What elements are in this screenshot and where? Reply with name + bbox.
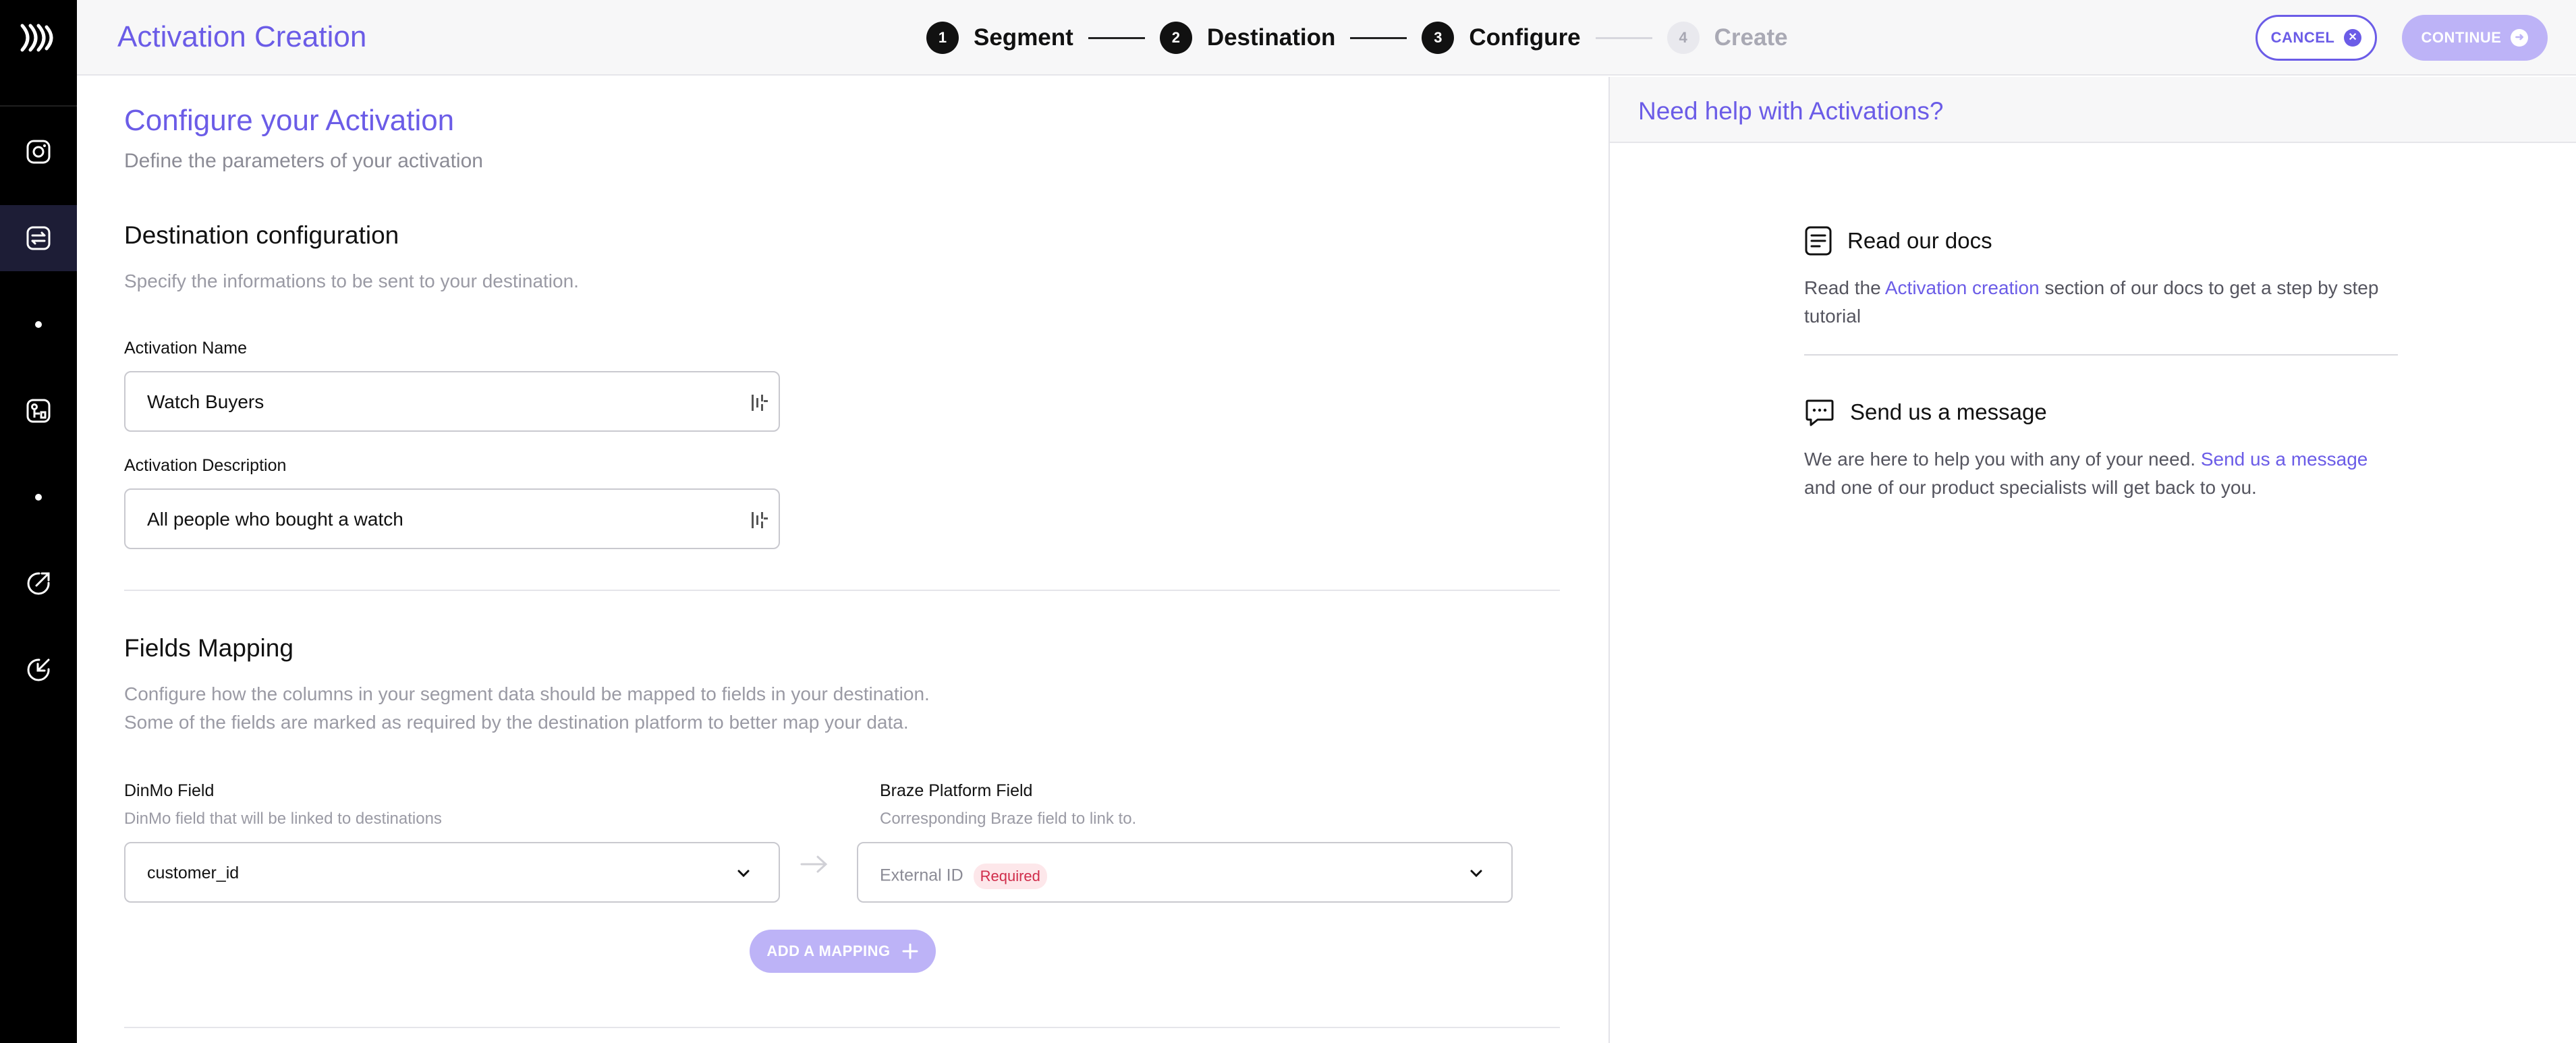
send-message-block: Send us a message We are here to help yo…	[1804, 397, 2398, 502]
send-message-link[interactable]: Send us a message	[2201, 449, 2368, 470]
destination-config-hint: Specify the informations to be sent to y…	[124, 271, 579, 291]
section-divider	[124, 1027, 1560, 1028]
step-number: 1	[926, 22, 959, 54]
read-docs-text-pre: Read the	[1804, 277, 1885, 298]
sidebar-item-dot-1[interactable]	[0, 291, 77, 358]
stepper: 1 Segment 2 Destination 3 Configure 4 Cr…	[926, 20, 1788, 55]
fields-mapping-hint-line-2: Some of the fields are marked as require…	[124, 712, 909, 733]
page-title: Activation Creation	[117, 20, 367, 53]
step-create: 4 Create	[1667, 22, 1788, 54]
read-docs-title-row: Read our docs	[1804, 225, 2398, 256]
braze-field-value-wrap: External ID Required	[880, 864, 1047, 889]
activation-name-field[interactable]: Watch Buyers	[124, 371, 780, 432]
dinmo-field-value: customer_id	[147, 864, 240, 882]
dinmo-field-select[interactable]: customer_id	[124, 842, 780, 903]
step-destination[interactable]: 2 Destination	[1159, 22, 1336, 54]
destination-config-heading: Destination configuration	[124, 221, 399, 249]
add-mapping-button[interactable]: ADD A MAPPING	[750, 930, 936, 973]
arrow-up-right-circle-icon	[27, 572, 50, 595]
step-label: Create	[1714, 24, 1788, 51]
step-connector	[1088, 36, 1145, 39]
sidebar-divider	[0, 105, 77, 107]
activation-name-label: Activation Name	[124, 339, 248, 358]
dinmo-field-hint: DinMo field that will be linked to desti…	[124, 810, 442, 828]
braze-field-value: External ID	[880, 866, 963, 885]
add-mapping-label: ADD A MAPPING	[766, 942, 891, 959]
cancel-label: CANCEL	[2270, 29, 2335, 46]
sidebar	[0, 0, 77, 1043]
activation-description-label: Activation Description	[124, 456, 287, 475]
help-panel-title: Need help with Activations?	[1638, 97, 1944, 125]
sidebar-item-export[interactable]	[0, 551, 77, 617]
braze-field-hint: Corresponding Braze field to link to.	[880, 810, 1137, 828]
plus-icon	[902, 943, 918, 959]
dinmo-field-label: DinMo Field	[124, 781, 215, 800]
step-label: Destination	[1206, 24, 1336, 51]
chevron-down-icon	[737, 870, 750, 878]
dinmo-logo-icon[interactable]	[16, 19, 61, 57]
section-divider	[124, 590, 1560, 591]
fields-mapping-hint: Configure how the columns in your segmen…	[124, 680, 930, 737]
step-segment[interactable]: 1 Segment	[926, 22, 1073, 54]
activation-creation-link[interactable]: Activation creation	[1885, 277, 2040, 298]
arrow-right-icon	[800, 855, 828, 873]
required-badge: Required	[973, 864, 1047, 889]
document-icon	[1805, 226, 1832, 256]
braze-field-label: Braze Platform Field	[880, 781, 1033, 800]
sidebar-item-dot-2[interactable]	[0, 464, 77, 530]
help-panel-header: Need help with Activations?	[1610, 77, 2576, 143]
read-docs-block: Read our docs Read the Activation creati…	[1804, 225, 2398, 331]
braze-field-select[interactable]: External ID Required	[857, 842, 1513, 903]
send-message-title-row: Send us a message	[1804, 397, 2398, 428]
section-title: Configure your Activation	[124, 104, 455, 137]
send-message-text-pre: We are here to help you with any of your…	[1804, 449, 2201, 470]
help-panel: Need help with Activations? Read our doc…	[1608, 77, 2576, 1043]
arrow-down-left-circle-icon	[27, 658, 50, 681]
activation-description-field[interactable]: All people who bought a watch	[124, 488, 780, 549]
step-connector	[1350, 36, 1407, 39]
send-message-title: Send us a message	[1850, 399, 2047, 424]
dot-icon	[35, 494, 42, 501]
send-message-text-post: and one of our product specialists will …	[1804, 477, 2257, 498]
help-divider	[1804, 354, 2398, 356]
close-circle-icon: ✕	[2344, 29, 2362, 47]
camera-icon	[26, 140, 51, 164]
sidebar-item-models[interactable]	[0, 378, 77, 444]
cancel-button[interactable]: CANCEL ✕	[2256, 15, 2377, 61]
models-icon	[26, 399, 51, 423]
step-label: Segment	[974, 24, 1073, 51]
sidebar-item-import[interactable]	[0, 637, 77, 703]
section-subtitle: Define the parameters of your activation	[124, 150, 483, 172]
arrow-right-circle-icon: ➜	[2511, 29, 2529, 47]
fields-mapping-hint-line-1: Configure how the columns in your segmen…	[124, 683, 930, 704]
step-number: 4	[1667, 22, 1700, 54]
step-label: Configure	[1469, 24, 1581, 51]
step-connector	[1595, 36, 1652, 39]
read-docs-title: Read our docs	[1847, 228, 1992, 253]
chevron-down-icon	[1470, 870, 1482, 878]
send-message-text: We are here to help you with any of your…	[1804, 445, 2398, 502]
top-header: Activation Creation 1 Segment 2 Destinat…	[77, 0, 2576, 76]
activation-description-value: All people who bought a watch	[147, 509, 403, 530]
chat-bubble-icon	[1805, 399, 1834, 426]
step-number: 3	[1422, 22, 1455, 54]
activation-icon	[26, 226, 51, 250]
continue-label: CONTINUE	[2421, 29, 2502, 46]
sidebar-item-activations[interactable]	[0, 205, 77, 271]
variable-icon[interactable]	[749, 510, 769, 530]
continue-button[interactable]: CONTINUE ➜	[2402, 15, 2548, 61]
main-content: Configure your Activation Define the par…	[77, 77, 1608, 1043]
fields-mapping-heading: Fields Mapping	[124, 634, 293, 662]
read-docs-text: Read the Activation creation section of …	[1804, 274, 2398, 331]
sidebar-item-sources[interactable]	[0, 119, 77, 185]
activation-name-value: Watch Buyers	[147, 391, 264, 412]
variable-icon[interactable]	[749, 393, 769, 413]
step-configure[interactable]: 3 Configure	[1422, 22, 1581, 54]
step-number: 2	[1159, 22, 1192, 54]
dot-icon	[35, 321, 42, 328]
